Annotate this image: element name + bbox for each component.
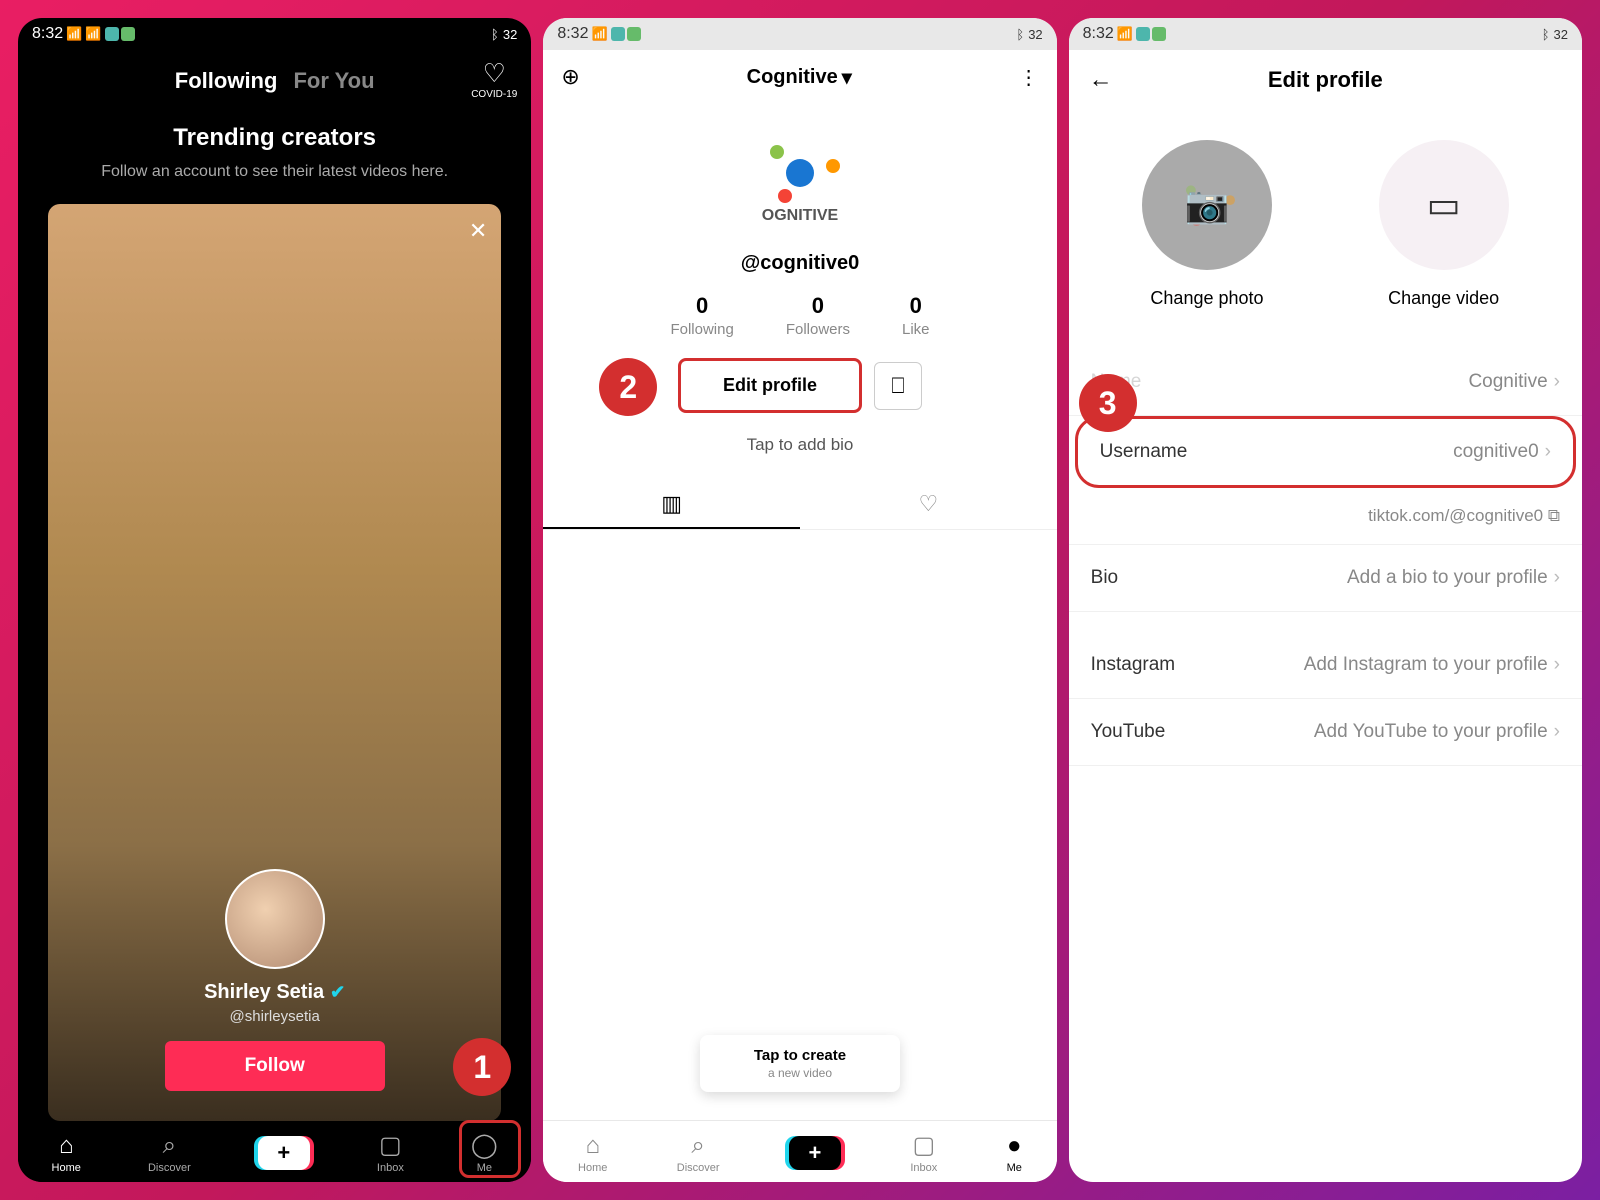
tab-liked[interactable]: ♡	[800, 481, 1057, 529]
creator-card[interactable]: ✕ Shirley Setia ✔ @shirleysetia Follow	[48, 204, 501, 1121]
phone-screen-2: 8:32 📶 ᛒ 32 ⊕ Cognitive▾ ⋮ OGNITIVE	[543, 18, 1056, 1182]
heart-icon: ♡	[918, 491, 938, 516]
bluetooth-icon: ᛒ	[491, 27, 499, 42]
phone-screen-3: 8:32 📶 ᛒ 32 ← Edit profile 📷 Change phot…	[1069, 18, 1582, 1182]
home-icon: ⌂	[59, 1132, 74, 1160]
row-name[interactable]: Name Cognitive›	[1069, 349, 1582, 416]
status-bar: 8:32 📶 ᛒ 32	[1069, 18, 1582, 50]
change-photo[interactable]: 📷 Change photo	[1142, 140, 1272, 309]
nav-discover[interactable]: ⌕Discover	[677, 1132, 720, 1174]
shield-icon: ♡	[483, 58, 506, 89]
edit-title: Edit profile	[1113, 67, 1538, 93]
back-arrow-icon[interactable]: ←	[1089, 66, 1113, 94]
search-icon: ⌕	[163, 1132, 176, 1160]
chevron-right-icon: ›	[1554, 371, 1560, 393]
camera-icon: 📷	[1185, 184, 1230, 226]
creator-handle: @shirleysetia	[230, 1008, 320, 1025]
phone-screen-1: 8:32 📶 📶 ᛒ 32 Following For You ♡ COVID-…	[18, 18, 531, 1182]
copy-icon: ⧉	[1548, 506, 1560, 525]
nav-create[interactable]: +	[789, 1136, 841, 1170]
feed-header: Following For You ♡ COVID-19	[18, 50, 531, 112]
status-time: 8:32	[557, 25, 588, 43]
home-icon: ⌂	[585, 1132, 600, 1160]
nav-discover[interactable]: ⌕Discover	[148, 1132, 191, 1174]
creator-name: Shirley Setia ✔	[204, 981, 345, 1004]
status-bar: 8:32 📶 ᛒ 32	[543, 18, 1056, 50]
search-icon: ⌕	[691, 1132, 704, 1160]
more-icon[interactable]: ⋮	[1019, 65, 1039, 90]
stat-followers[interactable]: 0 Followers	[760, 293, 876, 338]
covid-badge[interactable]: ♡ COVID-19	[471, 58, 517, 100]
signal-icon: 📶	[591, 26, 607, 42]
edit-profile-button[interactable]: Edit profile	[678, 358, 862, 413]
bio-placeholder[interactable]: Tap to add bio	[747, 435, 854, 455]
step-badge-1: 1	[453, 1038, 511, 1096]
battery-icon: 32	[1028, 27, 1042, 42]
status-time: 8:32	[1083, 25, 1114, 43]
chevron-right-icon: ›	[1554, 721, 1560, 743]
status-bar: 8:32 📶 📶 ᛒ 32	[18, 18, 531, 50]
bluetooth-icon: ᛒ	[1016, 27, 1024, 42]
edit-header: ← Edit profile	[1069, 50, 1582, 110]
create-tooltip: Tap to create a new video	[700, 1035, 900, 1092]
close-icon[interactable]: ✕	[469, 218, 487, 244]
chevron-right-icon: ›	[1545, 441, 1551, 463]
creator-avatar[interactable]	[225, 869, 325, 969]
follow-button[interactable]: Follow	[165, 1041, 385, 1091]
edit-list: Name Cognitive› Username cognitive0› tik…	[1069, 349, 1582, 766]
add-friend-icon[interactable]: ⊕	[561, 64, 579, 90]
stats-row: 0 Following 0 Followers 0 Like	[644, 293, 955, 338]
nav-create[interactable]: +	[258, 1136, 310, 1170]
trending-section: Trending creators Follow an account to s…	[18, 112, 531, 204]
chevron-down-icon: ▾	[842, 65, 852, 90]
signal-icon-2: 📶	[85, 26, 101, 42]
tab-following[interactable]: Following	[175, 68, 278, 94]
battery-icon: 32	[1554, 27, 1568, 42]
nav-home[interactable]: ⌂Home	[52, 1132, 81, 1174]
stat-likes[interactable]: 0 Like	[876, 293, 956, 338]
nav-inbox[interactable]: ▢Inbox	[377, 1131, 404, 1174]
row-instagram[interactable]: Instagram Add Instagram to your profile›	[1069, 632, 1582, 699]
profile-avatar[interactable]: OGNITIVE	[740, 124, 860, 244]
status-time: 8:32	[32, 25, 63, 43]
tab-grid[interactable]: ▥	[543, 481, 800, 529]
trending-title: Trending creators	[38, 124, 511, 152]
row-url: tiktok.com/@cognitive0 ⧉	[1069, 488, 1582, 545]
nav-home[interactable]: ⌂Home	[578, 1132, 607, 1174]
stat-following[interactable]: 0 Following	[644, 293, 759, 338]
row-username[interactable]: Username cognitive0›	[1075, 416, 1576, 488]
battery-icon: 32	[503, 27, 517, 42]
profile-header: ⊕ Cognitive▾ ⋮	[543, 50, 1056, 104]
change-video[interactable]: ▭ Change video	[1379, 140, 1509, 309]
bottom-nav: ⌂Home ⌕Discover + ▢Inbox ◯Me	[18, 1121, 531, 1182]
bookmark-icon: ⎕	[891, 373, 904, 399]
signal-icon: 📶	[66, 26, 82, 42]
video-icon: ▭	[1427, 184, 1461, 226]
profile-icon: ●	[1007, 1132, 1022, 1160]
step-badge-3: 3	[1079, 374, 1137, 432]
profile-tabs: ▥ ♡	[543, 481, 1056, 530]
media-row: 📷 Change photo ▭ Change video	[1069, 110, 1582, 319]
profile-title-dropdown[interactable]: Cognitive▾	[747, 65, 852, 90]
inbox-icon: ▢	[379, 1131, 402, 1160]
signal-icon: 📶	[1117, 26, 1133, 42]
nav-me[interactable]: ●Me	[1007, 1132, 1022, 1174]
trending-desc: Follow an account to see their latest vi…	[38, 160, 511, 184]
bluetooth-icon: ᛒ	[1542, 27, 1550, 42]
username: @cognitive0	[741, 252, 859, 275]
step-badge-2: 2	[599, 358, 657, 416]
bookmark-button[interactable]: ⎕	[874, 362, 922, 410]
profile-body: OGNITIVE @cognitive0 0 Following 0 Follo…	[543, 104, 1056, 1120]
grid-icon: ▥	[661, 491, 682, 516]
nav-inbox[interactable]: ▢Inbox	[910, 1131, 937, 1174]
bottom-nav: ⌂Home ⌕Discover + ▢Inbox ●Me	[543, 1120, 1056, 1182]
row-bio[interactable]: Bio Add a bio to your profile›	[1069, 545, 1582, 612]
chevron-right-icon: ›	[1554, 654, 1560, 676]
verified-icon: ✔	[330, 982, 345, 1003]
inbox-icon: ▢	[912, 1131, 935, 1160]
me-tab-highlight	[459, 1120, 521, 1178]
tab-for-you[interactable]: For You	[293, 68, 374, 94]
chevron-right-icon: ›	[1554, 567, 1560, 589]
row-youtube[interactable]: YouTube Add YouTube to your profile›	[1069, 699, 1582, 766]
